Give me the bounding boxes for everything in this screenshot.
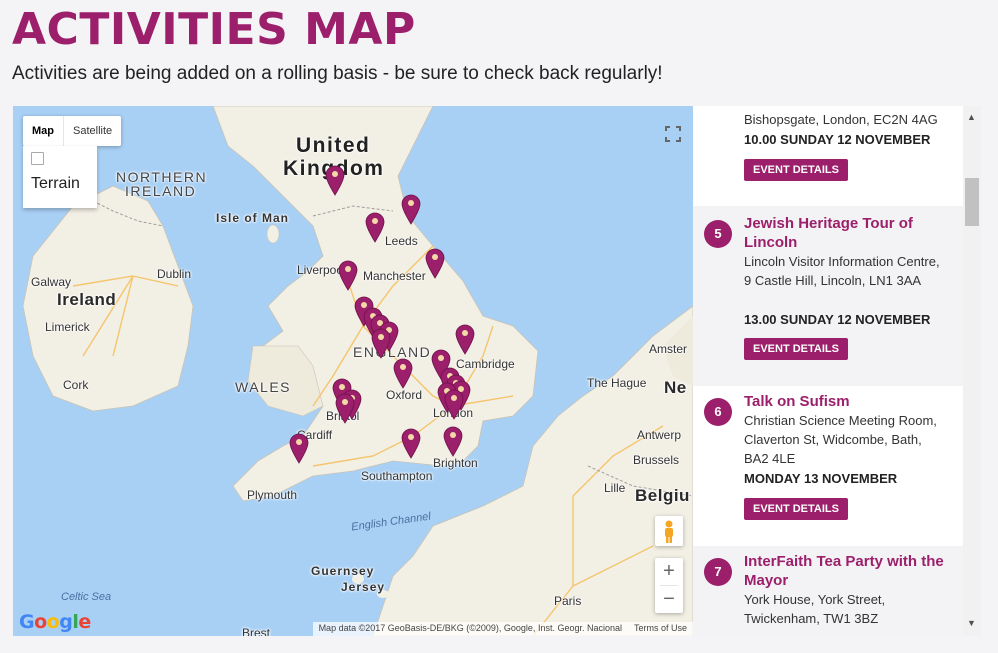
zoom-control: + − (655, 558, 683, 613)
map-type-control: Map Satellite (23, 116, 122, 146)
event-number-badge: 6 (704, 398, 732, 426)
google-logo-g2: g (59, 611, 73, 633)
map-marker-pin[interactable] (400, 427, 422, 459)
event-details-button[interactable]: EVENT DETAILS (744, 159, 848, 181)
map-marker-pin[interactable] (288, 432, 310, 464)
event-when: MONDAY 13 NOVEMBER (744, 471, 898, 486)
map-marker-pin[interactable] (400, 193, 422, 225)
map-marker-pin[interactable] (337, 259, 359, 291)
label-isle-of-man: Isle of Man (216, 211, 290, 225)
events-list[interactable]: Bishopsgate, London, EC2N 4AG 10.00 SUND… (693, 106, 963, 636)
zoom-out-button[interactable]: − (655, 586, 683, 613)
isle-of-man-landmass (266, 224, 280, 244)
label-plymouth: Plymouth (247, 488, 298, 502)
label-brussels: Brussels (633, 453, 680, 467)
label-amsterdam: Amster (649, 342, 688, 356)
pegman-icon (665, 520, 673, 543)
map-marker-pin[interactable] (324, 164, 346, 196)
label-ireland-ni: IRELAND (125, 183, 197, 199)
label-southampton: Southampton (361, 469, 433, 483)
label-oxford: Oxford (386, 388, 423, 402)
label-lille: Lille (604, 481, 626, 495)
label-ireland: Ireland (57, 290, 117, 309)
map-tiles[interactable] (13, 106, 693, 636)
map-attribution: Map data ©2017 GeoBasis-DE/BKG (©2009), … (312, 622, 693, 636)
event-number-badge: 5 (704, 220, 732, 248)
terrain-checkbox[interactable] (31, 152, 44, 165)
scroll-down-icon[interactable]: ▼ (967, 618, 976, 628)
event-address: York House, York Street, Twickenham, TW1… (744, 592, 886, 626)
fullscreen-icon (665, 126, 681, 142)
label-cork: Cork (63, 378, 89, 392)
google-logo-o1: o (34, 611, 47, 633)
label-belgium: Belgiu (635, 486, 690, 505)
event-when: 10.00 SUNDAY 12 NOVEMBER (744, 132, 931, 147)
label-ne: Ne (664, 378, 687, 397)
map-marker-pin[interactable] (364, 211, 386, 243)
label-the-hague: The Hague (587, 376, 647, 390)
event-item: Bishopsgate, London, EC2N 4AG 10.00 SUND… (693, 106, 963, 206)
map-marker-pin[interactable] (442, 425, 464, 457)
map-marker-pin[interactable] (424, 247, 446, 279)
label-wales: WALES (235, 379, 291, 395)
map-marker-pin[interactable] (370, 327, 392, 359)
event-address: Bishopsgate, London, EC2N 4AG (744, 112, 938, 127)
event-title[interactable]: Talk on Sufism (744, 392, 949, 411)
event-address: Christian Science Meeting Room, Claverto… (744, 413, 937, 466)
terms-of-use-link[interactable]: Terms of Use (634, 623, 687, 635)
google-logo-o2: o (46, 611, 60, 633)
label-limerick: Limerick (45, 320, 90, 334)
event-item: 7 InterFaith Tea Party with the Mayor Yo… (693, 546, 963, 636)
label-cambridge: Cambridge (456, 357, 515, 371)
label-jersey: Jersey (341, 580, 386, 594)
fullscreen-button[interactable] (653, 114, 693, 154)
street-view-pegman[interactable] (655, 516, 683, 546)
label-paris: Paris (554, 594, 582, 608)
zoom-in-button[interactable]: + (655, 558, 683, 585)
google-logo-g1: G (19, 611, 35, 633)
event-title[interactable]: InterFaith Tea Party with the Mayor (744, 552, 949, 590)
map-marker-pin[interactable] (392, 357, 414, 389)
scroll-up-icon[interactable]: ▲ (967, 112, 976, 122)
label-guernsey: Guernsey (311, 564, 375, 578)
label-antwerp: Antwerp (637, 428, 682, 442)
label-brest: Brest (242, 626, 271, 636)
event-when: 13.00 SUNDAY 12 NOVEMBER (744, 312, 931, 327)
event-details-button[interactable]: EVENT DETAILS (744, 498, 848, 520)
map-type-satellite-button[interactable]: Satellite (64, 116, 121, 146)
map-marker-pin[interactable] (454, 323, 476, 355)
map-type-map-button[interactable]: Map (23, 116, 64, 146)
activities-map[interactable]: United Kingdom NORTHERN IRELAND Isle of … (13, 106, 693, 636)
map-marker-pin[interactable] (443, 388, 465, 420)
terrain-option[interactable]: Terrain (23, 146, 97, 208)
event-item: 5 Jewish Heritage Tour of Lincoln Lincol… (693, 206, 963, 386)
map-marker-pin[interactable] (334, 392, 356, 424)
event-number-badge: 7 (704, 558, 732, 586)
label-united: United (296, 134, 371, 157)
intro-text: Activities are being added on a rolling … (12, 63, 663, 84)
attribution-text: Map data ©2017 GeoBasis-DE/BKG (©2009), … (318, 623, 622, 633)
event-title[interactable]: Jewish Heritage Tour of Lincoln (744, 214, 949, 252)
label-manchester: Manchester (363, 269, 426, 283)
label-celtic-sea: Celtic Sea (61, 591, 112, 603)
terrain-label: Terrain (31, 175, 80, 192)
label-brighton: Brighton (433, 456, 478, 470)
scrollbar-thumb[interactable] (965, 178, 979, 226)
event-item: 6 Talk on Sufism Christian Science Meeti… (693, 386, 963, 546)
event-details-button[interactable]: EVENT DETAILS (744, 338, 848, 360)
event-address: Lincoln Visitor Information Centre, 9 Ca… (744, 254, 940, 288)
google-logo[interactable]: Google (19, 611, 91, 633)
label-leeds: Leeds (385, 234, 418, 248)
page-title: ACTIVITIES MAP (12, 4, 416, 55)
google-logo-e: e (78, 611, 91, 633)
label-dublin: Dublin (157, 267, 192, 281)
events-scrollbar[interactable]: ▲ ▼ (963, 106, 981, 636)
label-galway: Galway (31, 275, 72, 289)
